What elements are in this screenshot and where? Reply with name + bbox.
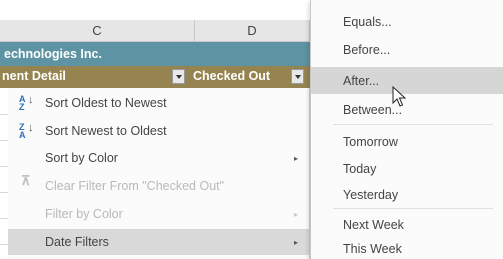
sort-by-color-label: Sort by Color [45,151,118,165]
submenu-arrow-icon: ▸ [294,153,299,163]
sort-by-color[interactable]: Sort by Color ▸ [8,145,309,171]
date-filters[interactable]: Date Filters ▸ [8,229,309,255]
next-week-label: Next Week [343,217,404,232]
filter-dropdown-button-checked-out[interactable] [291,69,304,84]
sort-ascending-icon: A Z ↓ [19,94,34,112]
yesterday-label: Yesterday [343,187,399,202]
date-filter-after[interactable]: After... [311,67,503,94]
date-filter-tomorrow[interactable]: Tomorrow [311,128,503,155]
row-gridline [0,140,8,141]
date-filter-before[interactable]: Before... [311,36,503,63]
checked-out-header[interactable]: Checked Out [193,69,270,83]
equals-label: Equals... [343,14,392,29]
today-label: Today [343,161,377,176]
after-label: After... [343,73,380,88]
date-filter-today[interactable]: Today [311,155,503,182]
row-gridline [0,192,8,193]
submenu-arrow-icon: ▸ [294,209,299,219]
chevron-down-icon [175,74,182,79]
this-week-label: This Week [343,241,402,256]
sort-oldest-label: Sort Oldest to Newest [45,96,167,110]
filter-dropdown-button-detail[interactable] [172,69,185,84]
submenu-arrow-icon: ▸ [294,237,299,247]
column-header-c[interactable]: C [0,20,195,42]
mouse-pointer-icon [392,86,406,107]
excel-window: C D echnologies Inc. nent Detail Checked… [0,0,503,259]
date-filter-equals[interactable]: Equals... [311,8,503,35]
column-c-label: C [92,23,102,38]
clear-filter[interactable]: ⊼ Clear Filter From "Checked Out" [8,173,309,199]
sort-newest-label: Sort Newest to Oldest [45,124,167,138]
filter-by-color[interactable]: Filter by Color ▸ [8,201,309,227]
chevron-down-icon [294,74,301,79]
row-gridline [0,114,8,115]
row-gridline [0,218,8,219]
date-filters-submenu: Equals... Before... After... Between... … [310,0,503,259]
autofilter-menu: A Z ↓ Sort Oldest to Newest Z A ↓ Sort Newes… [8,88,310,259]
row-gridline [0,166,8,167]
tomorrow-label: Tomorrow [343,134,398,149]
clear-filter-label: Clear Filter From "Checked Out" [45,179,225,193]
table-header-row: nent Detail Checked Out [0,66,310,88]
sort-newest-to-oldest[interactable]: Z A ↓ Sort Newest to Oldest [8,118,309,144]
date-filter-next-week[interactable]: Next Week [311,211,503,238]
menu-separator [333,208,493,209]
column-d-label: D [247,23,257,38]
date-filter-yesterday[interactable]: Yesterday [311,181,503,208]
sort-descending-icon: Z A ↓ [19,122,34,140]
row-gridline [0,244,8,245]
company-title-cell[interactable]: echnologies Inc. [0,42,310,66]
company-title-text: echnologies Inc. [4,47,102,61]
date-filter-between[interactable]: Between... [311,96,503,123]
clear-filter-icon: ⊼ [21,173,31,188]
before-label: Before... [343,42,391,57]
menu-separator [333,124,493,125]
date-filters-label: Date Filters [45,235,109,249]
equipment-detail-header[interactable]: nent Detail [2,69,66,83]
filter-by-color-label: Filter by Color [45,207,123,221]
column-header-d[interactable]: D [195,20,310,42]
sort-oldest-to-newest[interactable]: A Z ↓ Sort Oldest to Newest [8,90,309,116]
date-filter-this-week[interactable]: This Week [311,235,503,259]
